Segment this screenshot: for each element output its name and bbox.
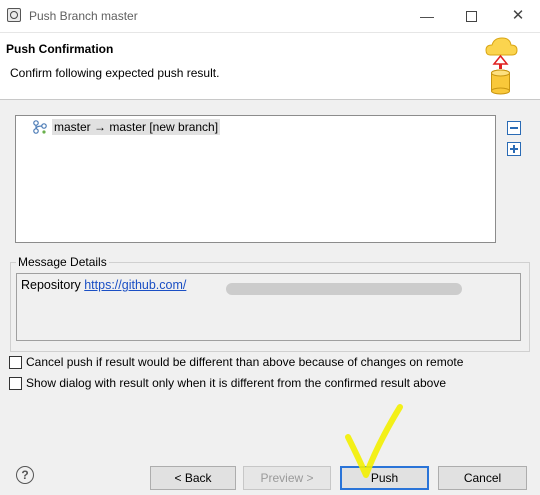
- page-description: Confirm following expected push result.: [10, 66, 220, 80]
- show-only-if-different-checkbox[interactable]: [9, 376, 22, 390]
- push-to-cloud-icon: [485, 37, 518, 95]
- expand-all-icon[interactable]: [507, 142, 521, 156]
- redaction-mark: [226, 283, 462, 295]
- tree-item-label: master → master [new branch]: [52, 118, 221, 135]
- message-details-label: Message Details: [16, 255, 109, 269]
- collapse-all-icon[interactable]: [507, 121, 521, 135]
- repository-line: Repository https://github.com/: [21, 278, 186, 292]
- back-button[interactable]: < Back: [150, 466, 236, 490]
- repository-url-link[interactable]: https://github.com/: [84, 278, 186, 292]
- cancel-button[interactable]: Cancel: [438, 466, 527, 490]
- cancel-if-different-option[interactable]: Cancel push if result would be different…: [9, 354, 463, 370]
- page-title: Push Confirmation: [6, 42, 114, 56]
- wizard-header: Push Confirmation Confirm following expe…: [0, 33, 540, 100]
- help-button[interactable]: ?: [16, 466, 34, 484]
- title-bar: Push Branch master — ✕: [0, 0, 540, 33]
- push-button[interactable]: Push: [340, 466, 429, 490]
- show-only-if-different-option[interactable]: Show dialog with result only when it is …: [9, 375, 446, 391]
- cancel-if-different-label: Cancel push if result would be different…: [26, 355, 464, 369]
- branch-icon: [33, 119, 47, 134]
- window-title: Push Branch master: [29, 9, 138, 23]
- maximize-button[interactable]: [458, 6, 484, 26]
- push-result-tree[interactable]: master → master [new branch]: [15, 115, 496, 243]
- show-only-if-different-label: Show dialog with result only when it is …: [26, 376, 446, 390]
- minimize-button[interactable]: —: [414, 6, 440, 26]
- cancel-if-different-checkbox[interactable]: [9, 355, 22, 369]
- eclipse-app-icon: [7, 8, 21, 22]
- preview-button: Preview >: [243, 466, 331, 490]
- tree-item[interactable]: master → master [new branch]: [32, 118, 221, 135]
- close-button[interactable]: ✕: [505, 6, 531, 26]
- repository-label: Repository: [21, 278, 81, 292]
